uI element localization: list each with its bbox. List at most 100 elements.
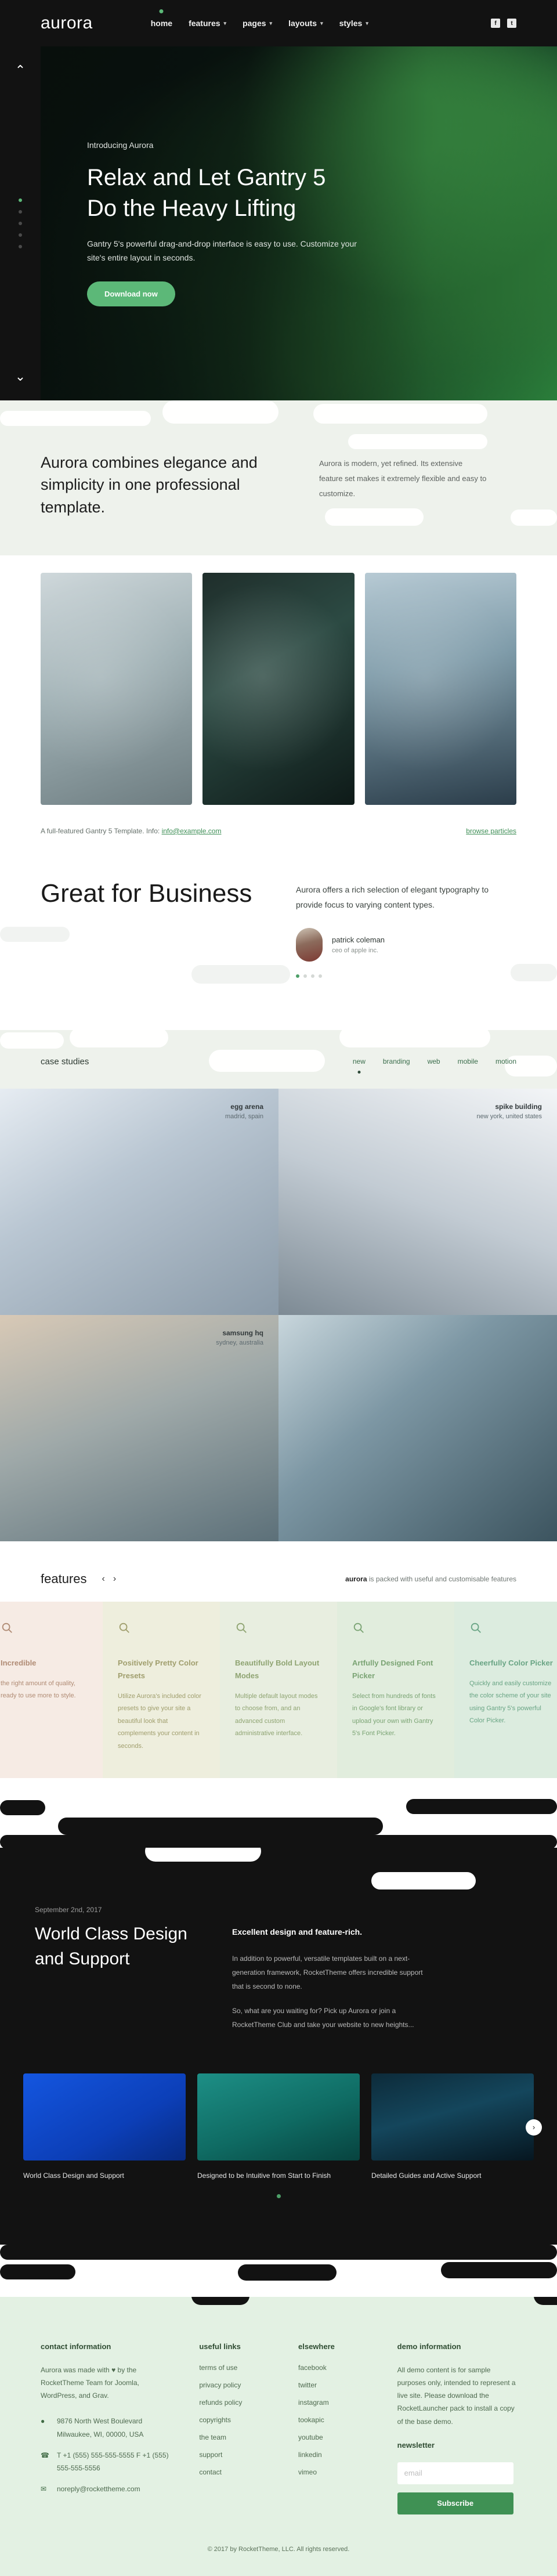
footer-link-vimeo[interactable]: vimeo — [298, 2468, 374, 2476]
nav-label: styles — [339, 19, 363, 28]
nav-label: home — [150, 19, 173, 28]
nav-item-features[interactable]: features ▾ — [189, 19, 226, 28]
footer-link-instagram[interactable]: instagram — [298, 2398, 374, 2407]
author-name: patrick coleman — [332, 935, 385, 944]
testimonial-dot-3[interactable] — [311, 974, 314, 978]
decorative-block — [534, 2296, 557, 2305]
site-header: aurora home features ▾ pages ▾ layouts ▾… — [0, 0, 557, 46]
case-card-spike-building[interactable]: spike building new york, united states — [278, 1088, 557, 1315]
business-heading: Great for Business — [41, 879, 252, 908]
feature-card-0[interactable]: Incredible the right amount of quality, … — [0, 1601, 103, 1779]
filter-motion[interactable]: motion — [495, 1057, 516, 1065]
hero-dot-1[interactable] — [19, 198, 22, 202]
hero-dot-5[interactable] — [19, 245, 22, 248]
footer-phone: T +1 (555) 555-555-5555 F +1 (555) 555-5… — [57, 2451, 169, 2473]
transition-spacer-2 — [0, 2244, 557, 2297]
search-icon — [235, 1621, 322, 1637]
decorative-block — [145, 1848, 261, 1862]
testimonial-author: patrick coleman ceo of apple inc. — [296, 927, 516, 962]
gallery-image-3[interactable] — [364, 572, 516, 805]
hero-kicker: Introducing Aurora — [87, 140, 154, 150]
dark-paragraph-2: So, what are you waiting for? Pick up Au… — [232, 2006, 414, 2029]
newsletter-email-input[interactable] — [397, 2462, 513, 2484]
nav-item-home[interactable]: home — [151, 19, 172, 28]
filter-web[interactable]: web — [428, 1057, 440, 1065]
footer-link-terms[interactable]: terms of use — [199, 2364, 275, 2372]
hero-dot-2[interactable] — [19, 210, 22, 214]
filter-new[interactable]: new — [353, 1057, 366, 1065]
dark-lead: Excellent design and feature-rich. — [232, 1927, 363, 1937]
facebook-icon[interactable]: f — [491, 19, 500, 28]
scroll-down-icon[interactable]: ⌄ — [15, 370, 26, 383]
hero-dot-4[interactable] — [19, 233, 22, 237]
decorative-block — [0, 2264, 75, 2279]
footer-heading-contact: contact information — [41, 2342, 111, 2351]
footer-email[interactable]: noreply@rockettheme.com — [57, 2483, 140, 2495]
footer-link-refunds[interactable]: refunds policy — [199, 2398, 275, 2407]
subscribe-button[interactable]: Subscribe — [397, 2492, 513, 2514]
nav-item-layouts[interactable]: layouts ▾ — [288, 19, 323, 28]
footer-demo-text: All demo content is for sample purposes … — [397, 2365, 516, 2426]
footer-address-row: ● 9876 North West Boulevard Milwaukee, W… — [41, 2415, 176, 2440]
case-studies-section: case studies new branding web mobile mot… — [0, 1029, 557, 1541]
filter-mobile[interactable]: mobile — [458, 1057, 478, 1065]
dark-tile-3[interactable]: › Detailed Guides and Active Support — [371, 2073, 542, 2181]
hero-dot-3[interactable] — [19, 222, 22, 225]
nav-label: pages — [243, 19, 266, 28]
hero-slide-nav — [19, 198, 22, 248]
search-icon — [118, 1621, 205, 1637]
footer-link-youtube[interactable]: youtube — [298, 2433, 374, 2441]
footer-heading-newsletter: newsletter — [397, 2440, 435, 2449]
feature-card-4[interactable]: Cheerfully Color Picker Quickly and easi… — [454, 1601, 557, 1779]
browse-particles-link[interactable]: browse particles — [466, 827, 516, 835]
gallery-image-2[interactable] — [202, 572, 355, 805]
footer-link-privacy[interactable]: privacy policy — [199, 2381, 275, 2389]
feature-card-3[interactable]: Artfully Designed Font Picker Select fro… — [337, 1601, 454, 1779]
dark-carousel-dot[interactable] — [276, 2194, 281, 2198]
dark-paragraph-1: In addition to powerful, versatile templ… — [232, 1954, 423, 1990]
footer-link-facebook[interactable]: facebook — [298, 2364, 374, 2372]
case-card-4[interactable] — [278, 1314, 557, 1541]
testimonial: Aurora offers a rich selection of elegan… — [296, 877, 516, 978]
footer-link-contact[interactable]: contact — [199, 2468, 275, 2476]
feature-card-2[interactable]: Beautifully Bold Layout Modes Multiple d… — [220, 1601, 337, 1779]
case-location: madrid, spain — [225, 1112, 263, 1120]
footer-link-linkedin[interactable]: linkedin — [298, 2451, 374, 2459]
case-card-egg-arena[interactable]: egg arena madrid, spain — [0, 1088, 278, 1315]
filter-branding[interactable]: branding — [383, 1057, 410, 1065]
dark-tile-2[interactable]: Designed to be Intuitive from Start to F… — [197, 2073, 360, 2181]
decorative-block — [371, 1872, 476, 1890]
next-arrow-icon[interactable]: › — [113, 1574, 116, 1584]
copyright-text: © 2017 by RocketTheme, LLC. All rights r… — [207, 2545, 350, 2553]
nav-item-pages[interactable]: pages ▾ — [243, 19, 272, 28]
testimonial-dot-4[interactable] — [319, 974, 322, 978]
twitter-icon[interactable]: t — [507, 19, 516, 28]
info-text: A full-featured Gantry 5 Template. Info:… — [41, 827, 221, 835]
footer-link-tookapic[interactable]: tookapic — [298, 2416, 374, 2424]
scroll-up-icon[interactable]: ⌃ — [15, 64, 26, 77]
footer-link-support[interactable]: support — [199, 2451, 275, 2459]
decorative-block — [0, 1800, 45, 1816]
download-now-button[interactable]: Download now — [87, 281, 175, 306]
case-caption: samsung hq sydney, australia — [216, 1329, 263, 1346]
feature-card-1[interactable]: Positively Pretty Color Presets Utilize … — [103, 1601, 220, 1779]
dark-tile-1[interactable]: World Class Design and Support — [23, 2073, 186, 2181]
prev-arrow-icon[interactable]: ‹ — [102, 1574, 105, 1584]
nav-item-styles[interactable]: styles ▾ — [339, 19, 368, 28]
gallery-image-1[interactable] — [41, 572, 193, 805]
testimonial-dot-1[interactable] — [296, 974, 299, 978]
dark-heading: World Class Design and Support — [35, 1924, 187, 1968]
case-card-samsung-hq[interactable]: samsung hq sydney, australia — [0, 1314, 278, 1541]
tile-image — [371, 2073, 534, 2160]
footer-link-team[interactable]: the team — [199, 2433, 275, 2441]
feature-body: Select from hundreds of fonts in Google'… — [352, 1692, 436, 1737]
info-email-link[interactable]: info@example.com — [162, 827, 222, 835]
decorative-blob — [0, 411, 151, 426]
footer-link-twitter[interactable]: twitter — [298, 2381, 374, 2389]
footer-link-copyrights[interactable]: copyrights — [199, 2416, 275, 2424]
case-studies-grid: egg arena madrid, spain spike building n… — [0, 1088, 557, 1541]
site-logo[interactable]: aurora — [41, 13, 93, 33]
hero-content: Introducing Aurora Relax and Let Gantry … — [87, 140, 360, 306]
next-arrow-icon[interactable]: › — [526, 2119, 542, 2136]
testimonial-dot-2[interactable] — [303, 974, 307, 978]
